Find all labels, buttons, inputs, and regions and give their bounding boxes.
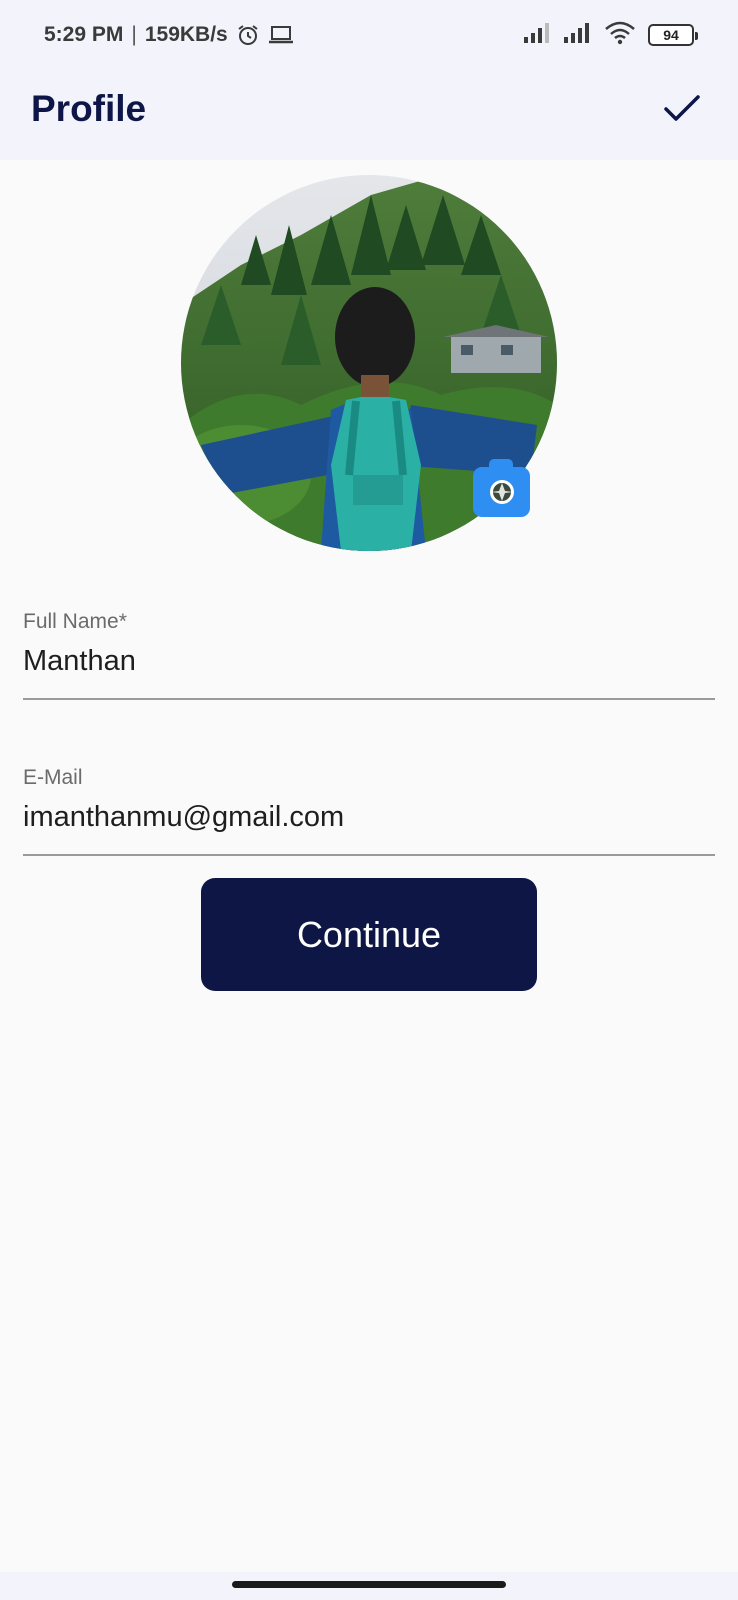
full-name-underline — [23, 698, 715, 700]
full-name-field: Full Name* — [23, 610, 715, 700]
email-underline — [23, 854, 715, 856]
signal-icon — [564, 22, 592, 48]
network-speed: 159KB/s — [144, 23, 228, 46]
app-bar: Profile — [0, 70, 738, 160]
wifi-icon — [604, 21, 636, 50]
home-indicator[interactable] — [232, 1581, 506, 1588]
change-photo-button[interactable] — [473, 459, 530, 517]
camera-icon — [489, 480, 514, 504]
email-input[interactable] — [23, 790, 715, 838]
continue-button[interactable]: Continue — [201, 878, 537, 991]
signal-icon — [524, 22, 552, 48]
laptop-icon — [268, 24, 294, 46]
check-icon — [664, 95, 700, 121]
alarm-icon — [236, 23, 260, 47]
page-title: Profile — [31, 88, 147, 129]
status-bar: 5:29 PM | 159KB/s 94 — [0, 0, 738, 70]
battery-level: 94 — [663, 27, 679, 43]
status-left: 5:29 PM | 159KB/s — [44, 20, 294, 50]
status-separator: | — [131, 23, 137, 46]
avatar-container — [181, 175, 557, 551]
status-right: 94 — [524, 20, 698, 50]
status-time: 5:29 PM — [44, 23, 124, 46]
full-name-label: Full Name* — [23, 610, 127, 633]
battery-icon: 94 — [648, 24, 698, 46]
save-check-button[interactable] — [658, 84, 706, 132]
email-field: E-Mail — [23, 766, 715, 856]
full-name-input[interactable] — [23, 634, 715, 682]
email-label: E-Mail — [23, 766, 83, 789]
